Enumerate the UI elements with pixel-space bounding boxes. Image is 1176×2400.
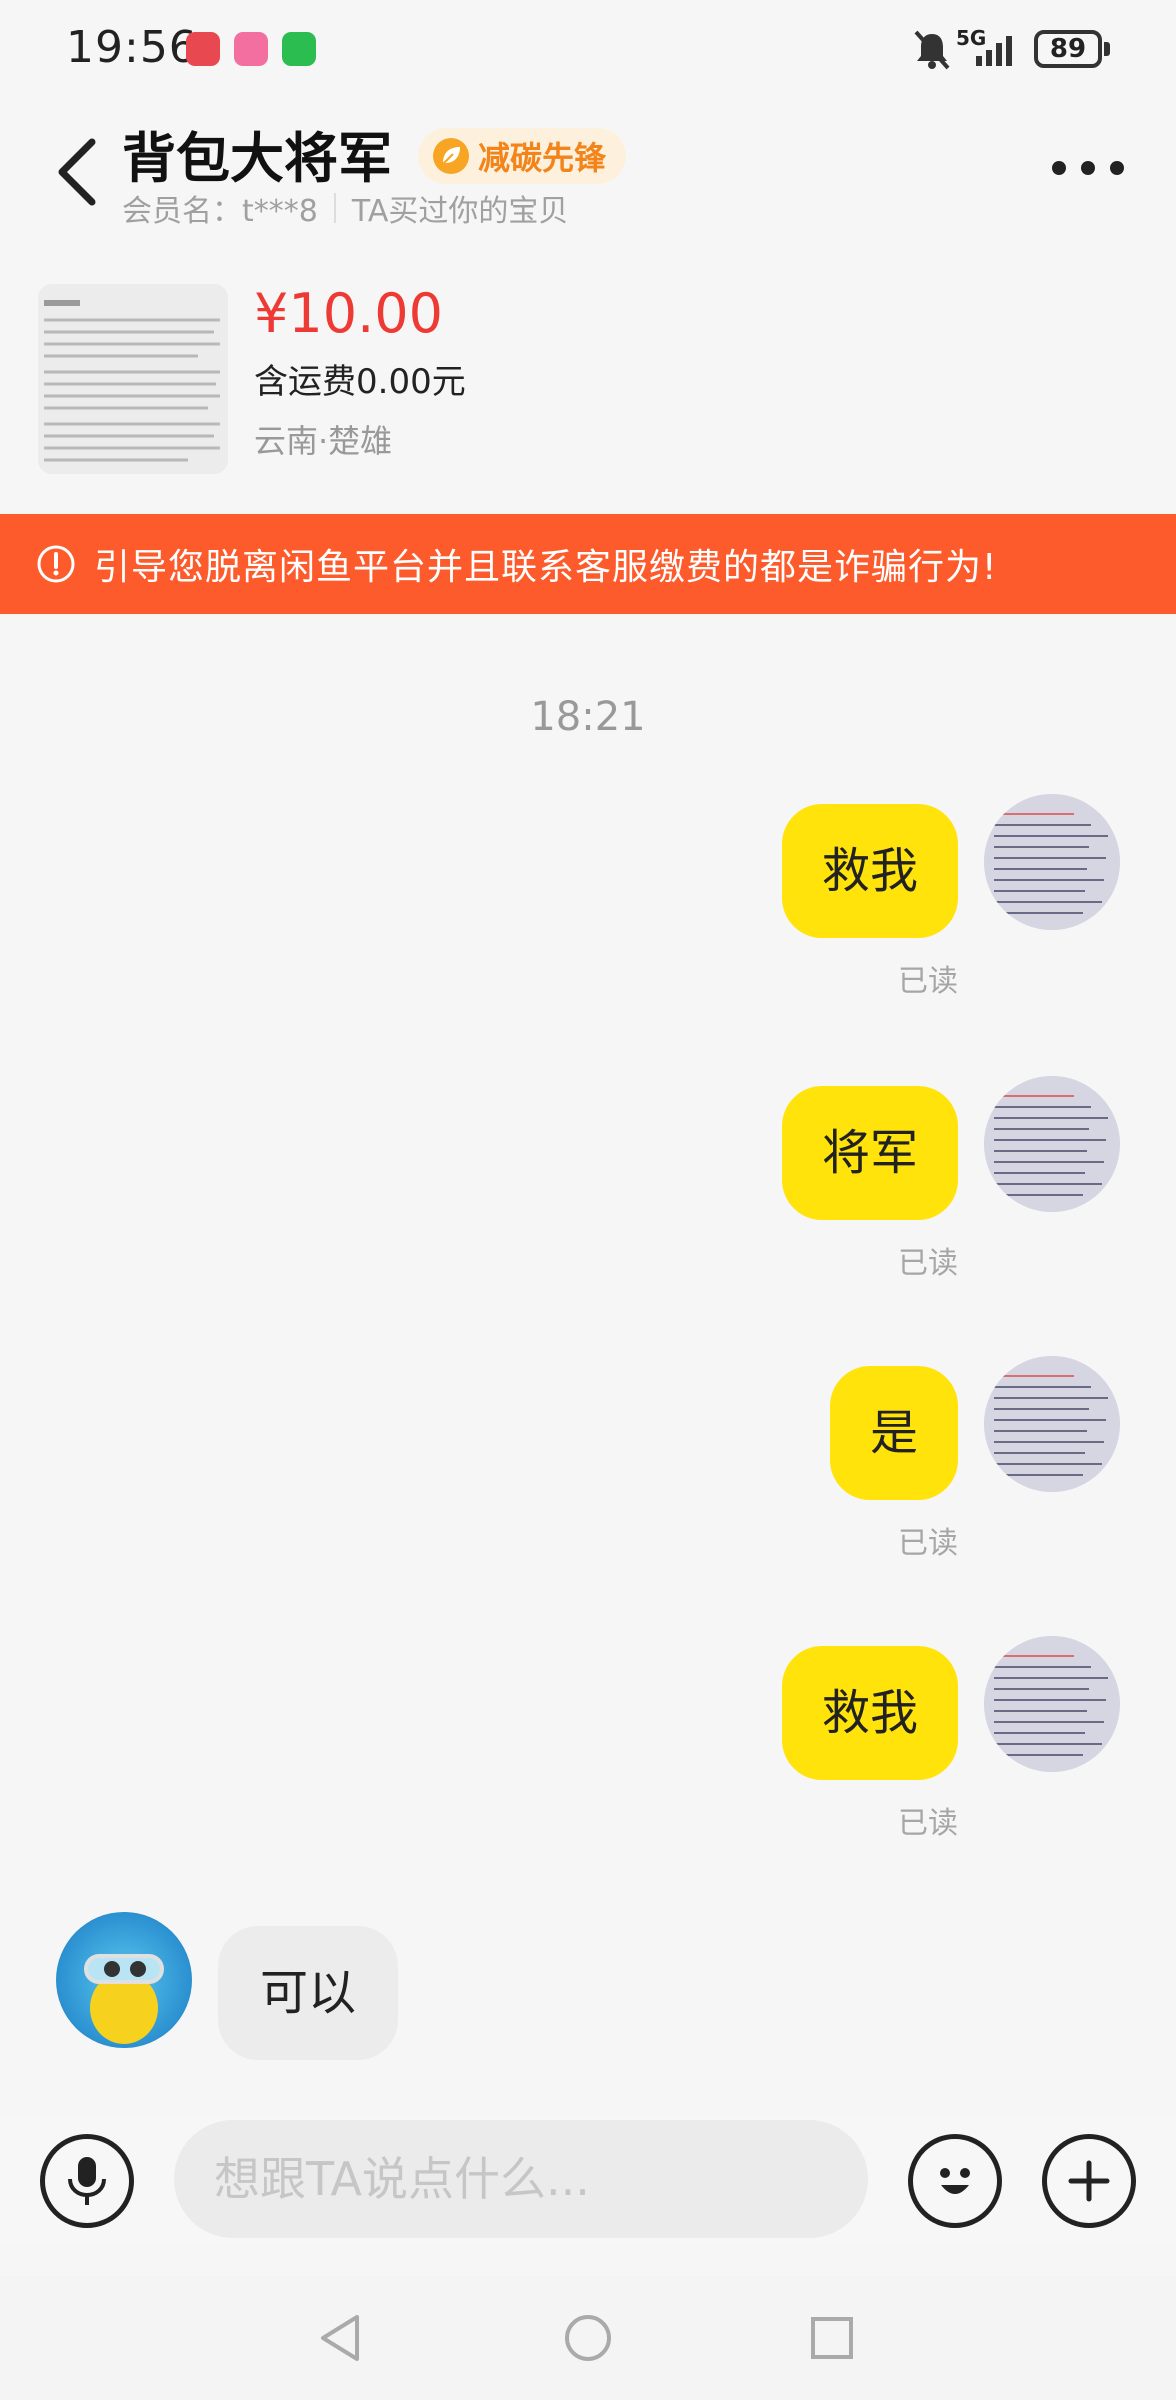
message-input-bar [0,2116,1176,2246]
chat-header: 背包大将军 减碳先锋 会员名：t***8 TA买过你的宝贝 [0,100,1176,240]
read-status: 已读 [898,964,958,999]
leaf-icon [433,138,469,174]
warning-text: 引导您脱离闲鱼平台并且联系客服缴费的都是诈骗行为! [94,547,998,588]
more-dot [1052,161,1066,175]
nav-back-icon [321,2315,359,2361]
nav-home-icon [565,2315,611,2361]
seller-avatar[interactable] [56,1912,192,2048]
emoji-button[interactable] [908,2134,1002,2228]
status-time: 19:56 [66,22,198,73]
handwriting-avatar-icon [984,1636,1120,1772]
read-status: 已读 [898,1806,958,1841]
message-bubble-outgoing[interactable]: 是 [829,1366,958,1500]
my-avatar[interactable] [984,794,1120,930]
book-app-icon [186,32,220,66]
seller-name[interactable]: 背包大将军 [122,114,392,193]
voice-button[interactable] [40,2134,134,2228]
signal-icon [976,36,1012,66]
warning-icon [37,545,75,583]
more-dot [1081,161,1095,175]
status-bar: 19:56 5G 89 [0,0,1176,100]
product-thumbnail[interactable] [38,284,228,474]
divider [333,193,336,223]
nav-recents-button[interactable] [800,2306,864,2370]
microphone-icon [68,2157,106,2205]
member-label: 会员名：t***8 [122,194,318,229]
read-status: 已读 [898,1246,958,1281]
battery-tip [1104,42,1110,56]
nav-home-button[interactable] [556,2306,620,2370]
minion-avatar-icon [84,1954,164,2044]
nav-back-button[interactable] [308,2306,372,2370]
battery-indicator: 89 [1034,30,1102,68]
my-avatar[interactable] [984,1076,1120,1212]
member-info: 会员名：t***8 TA买过你的宝贝 [122,186,568,230]
product-card[interactable]: ¥10.00 含运费0.00元 云南·楚雄 [0,264,1176,494]
product-location: 云南·楚雄 [254,422,393,460]
product-shipping: 含运费0.00元 [254,362,466,402]
mute-bell-icon [914,30,950,70]
carbon-badge[interactable]: 减碳先锋 [418,128,627,184]
handwriting-avatar-icon [984,794,1120,930]
my-avatar[interactable] [984,1636,1120,1772]
message-input[interactable] [174,2120,868,2238]
document-thumbnail-icon [38,284,228,474]
message-bubble-incoming[interactable]: 可以 [218,1926,399,2060]
nav-recents-icon [811,2317,853,2359]
chat-screen: 19:56 5G 89 背包大将军 减碳先锋 会员名：t***8 TA买过你的宝… [0,0,1176,2400]
back-arrow-icon[interactable] [48,136,108,208]
relation-label: TA买过你的宝贝 [351,194,569,229]
message-bubble-outgoing[interactable]: 救我 [781,804,958,938]
more-dot [1110,161,1124,175]
my-avatar[interactable] [984,1356,1120,1492]
message-bubble-outgoing[interactable]: 将军 [781,1086,958,1220]
more-icon[interactable] [1052,154,1124,182]
handwriting-avatar-icon [984,1356,1120,1492]
wechat-app-icon [282,32,316,66]
plus-button[interactable] [1042,2134,1136,2228]
plus-icon [1068,2160,1110,2202]
chat-timestamp: 18:21 [530,694,646,740]
product-price: ¥10.00 [254,282,443,345]
read-status: 已读 [898,1526,958,1561]
handwriting-avatar-icon [984,1076,1120,1212]
fraud-warning-banner: 引导您脱离闲鱼平台并且联系客服缴费的都是诈骗行为! [0,514,1176,614]
game-app-icon [234,32,268,66]
emoji-icon [940,2168,970,2194]
system-nav-bar [0,2276,1176,2400]
message-bubble-outgoing[interactable]: 救我 [781,1646,958,1780]
badge-label: 减碳先锋 [478,139,607,177]
